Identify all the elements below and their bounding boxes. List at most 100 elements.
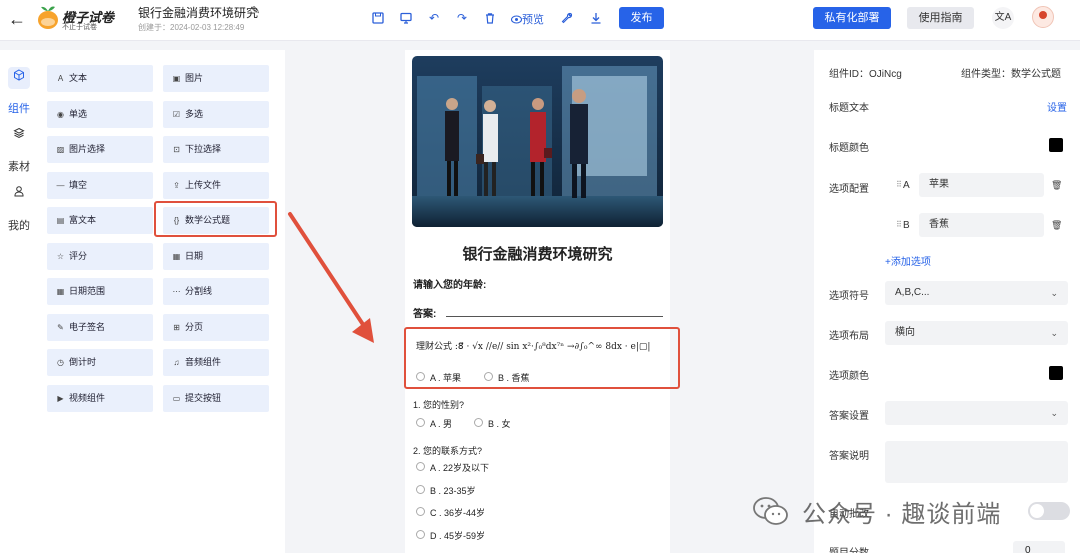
component-label: 富文本	[69, 215, 97, 225]
component-14[interactable]: ⋯ 分割线	[163, 278, 269, 305]
radio-option[interactable]	[416, 485, 425, 494]
component-16[interactable]: ⊞ 分页	[163, 313, 269, 341]
red-arrow-annotation	[288, 212, 374, 343]
option-layout-value: 横向	[895, 327, 915, 338]
score-input[interactable]: 0	[1013, 541, 1065, 553]
back-arrow-icon[interactable]: ←	[8, 9, 26, 30]
component-label: 视频组件	[69, 392, 106, 403]
answer-input[interactable]	[446, 316, 663, 317]
option-color-swatch[interactable]	[1049, 366, 1063, 380]
preview-label: 预览	[522, 14, 544, 26]
user-icon[interactable]	[8, 183, 30, 205]
component-20[interactable]: ▭ 提交按钮	[163, 384, 269, 412]
component-id: 组件ID：OJiNcg	[829, 69, 902, 80]
component-icon: ▣	[172, 74, 181, 83]
edit-title-icon[interactable]: ✎	[251, 4, 260, 17]
layers-icon[interactable]	[8, 125, 30, 147]
undo-icon[interactable]: ↶	[428, 12, 440, 24]
option-layout-select[interactable]: 横向 ⌄	[885, 321, 1068, 345]
component-label: 单选	[69, 108, 88, 119]
age-option: C . 36岁-44岁	[430, 508, 486, 518]
component-label: 日期	[185, 250, 204, 261]
redo-icon[interactable]: ↷	[456, 12, 468, 24]
component-3[interactable]: ◉ 单选	[47, 100, 153, 128]
answer-setting-select[interactable]: ⌄	[885, 401, 1068, 425]
age-option: A . 22岁及以下	[430, 463, 490, 473]
publish-button[interactable]: 发布	[619, 7, 664, 29]
component-icon: ▨	[56, 145, 65, 154]
component-7[interactable]: — 填空	[47, 171, 153, 199]
download-icon[interactable]	[590, 12, 602, 24]
radio-option[interactable]	[484, 372, 493, 381]
component-icon: —	[56, 180, 65, 190]
drag-handle-icon[interactable]: ⠿	[896, 220, 902, 229]
radio-option[interactable]	[474, 418, 483, 427]
component-label: 图片选择	[69, 144, 106, 154]
option-symbol-select[interactable]: A,B,C... ⌄	[885, 281, 1068, 305]
component-4[interactable]: ☑ 多选	[163, 100, 269, 128]
private-deploy-button[interactable]: 私有化部署	[813, 7, 891, 29]
add-option-link[interactable]: +添加选项	[885, 253, 931, 268]
title-color-swatch[interactable]	[1049, 138, 1063, 152]
radio-option[interactable]	[416, 530, 425, 539]
formula-option-b: B . 香蕉	[498, 373, 530, 383]
set-link[interactable]: 设置	[1047, 99, 1067, 114]
user-guide-button[interactable]: 使用指南	[907, 7, 974, 29]
cube-icon[interactable]	[8, 67, 30, 89]
component-2[interactable]: ▣ 图片	[163, 65, 269, 92]
option-value-input[interactable]: 香蕉	[919, 213, 1044, 237]
drag-handle-icon[interactable]: ⠿	[896, 180, 902, 189]
radio-option[interactable]	[416, 462, 425, 471]
component-label: 提交按钮	[185, 392, 222, 403]
component-9[interactable]: ▤ 富文本	[47, 207, 153, 234]
component-8[interactable]: ⇪ 上传文件	[163, 171, 269, 199]
radio-option[interactable]	[416, 372, 425, 381]
radio-option[interactable]	[416, 507, 425, 516]
eye-icon	[510, 15, 523, 24]
component-11[interactable]: ☆ 评分	[47, 242, 153, 270]
radio-option[interactable]	[416, 418, 425, 427]
left-rail: 组件 素材 我的	[0, 50, 36, 553]
component-label: 电子签名	[69, 321, 106, 332]
component-icon: ♫	[173, 358, 180, 367]
component-5[interactable]: ▨ 图片选择	[47, 136, 153, 163]
component-17[interactable]: ◷ 倒计时	[47, 349, 153, 376]
component-label: 多选	[185, 108, 204, 119]
component-type: 组件类型：数学公式题	[961, 69, 1061, 80]
component-icon: ✎	[57, 322, 64, 332]
rail-item-components[interactable]: 组件	[6, 100, 32, 116]
form-title: 银行金融消费环境研究	[462, 246, 613, 263]
rail-item-materials[interactable]: 素材	[6, 158, 32, 174]
save-icon[interactable]	[372, 12, 384, 24]
option-value-input[interactable]: 苹果	[919, 173, 1044, 197]
component-19[interactable]: ▶ 视频组件	[47, 384, 153, 412]
auto-grade-toggle[interactable]	[1028, 502, 1070, 520]
component-15[interactable]: ✎ 电子签名	[47, 313, 153, 341]
component-1[interactable]: A 文本	[47, 65, 153, 92]
top-bar: ← 橙子试卷 不止于试卷 银行金融消费环境研究 ✎ 创建于：2024-02-03…	[0, 0, 1080, 41]
delete-icon[interactable]	[484, 12, 496, 24]
answer-label: 答案:	[413, 309, 437, 320]
preview-button[interactable]: 预览	[510, 11, 544, 27]
component-18[interactable]: ♫ 音频组件	[163, 349, 269, 376]
component-13[interactable]: ▦ 日期范围	[47, 278, 153, 305]
desktop-icon[interactable]	[400, 12, 412, 24]
answer-desc-textarea[interactable]	[885, 441, 1068, 483]
component-icon: ▦	[56, 287, 65, 296]
translate-icon[interactable]: 文A	[992, 7, 1014, 29]
component-icon: ▶	[57, 393, 64, 403]
option-symbol-label: 选项符号	[829, 291, 869, 302]
chevron-down-icon: ⌄	[1050, 328, 1058, 338]
rail-item-mine[interactable]: 我的	[6, 217, 32, 233]
component-icon: ◉	[57, 109, 64, 119]
trash-icon[interactable]: 🗑	[1051, 180, 1062, 191]
avatar[interactable]	[1032, 6, 1054, 28]
trash-icon[interactable]: 🗑	[1051, 220, 1062, 231]
component-label: 日期范围	[69, 286, 106, 296]
option-key-b: B	[903, 220, 910, 231]
wrench-icon[interactable]	[561, 12, 573, 24]
title-color-label: 标题颜色	[829, 143, 869, 154]
component-6[interactable]: ⊡ 下拉选择	[163, 136, 269, 163]
component-icon: ⊡	[173, 145, 180, 154]
component-12[interactable]: ▦ 日期	[163, 242, 269, 270]
